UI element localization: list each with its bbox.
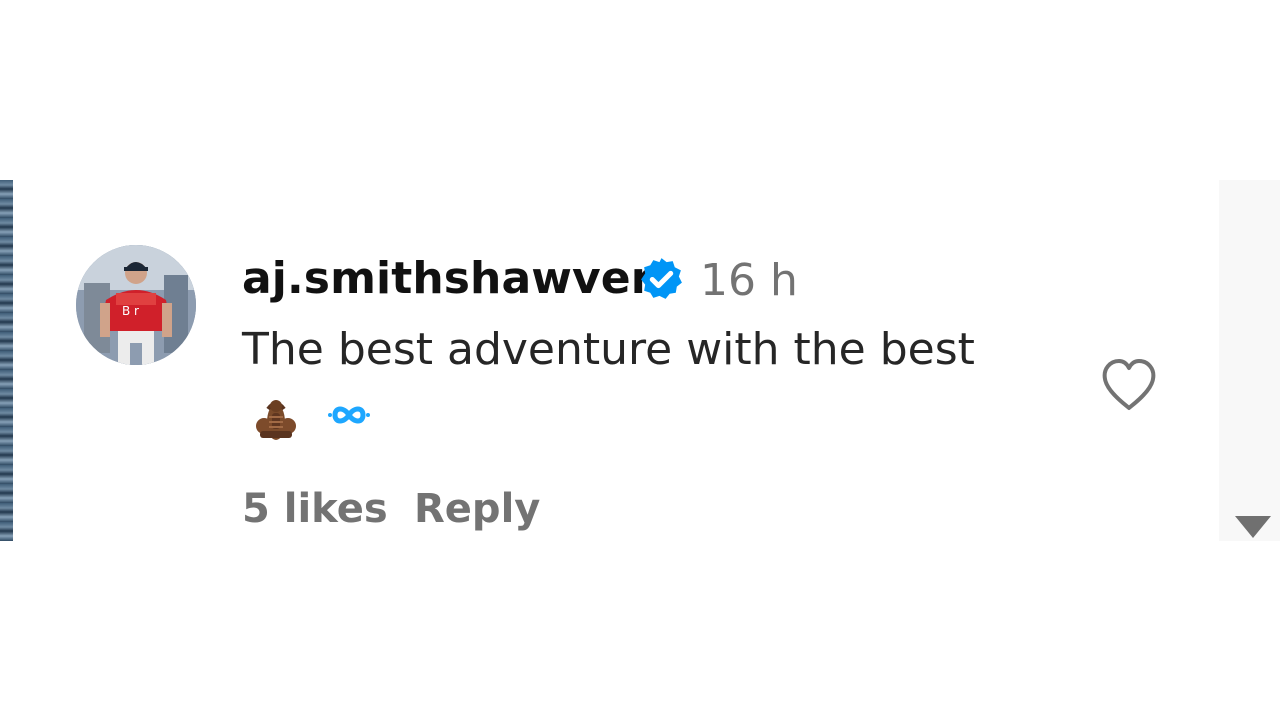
scrollbar-track[interactable] — [1219, 180, 1280, 541]
reply-button[interactable]: Reply — [414, 486, 540, 532]
avatar-image-icon: B r — [76, 245, 196, 365]
likes-count[interactable]: 5 likes — [242, 486, 388, 532]
comment-timestamp[interactable]: 16 h — [700, 255, 798, 306]
scorpio-emoji-icon — [256, 400, 296, 440]
scroll-down-arrow-icon[interactable] — [1235, 516, 1271, 538]
svg-text:B r: B r — [122, 304, 139, 318]
comment-text: The best adventure with the best — [242, 324, 975, 375]
comment-username[interactable]: aj.smithshawver — [242, 253, 653, 309]
verified-badge-icon — [641, 258, 682, 299]
avatar[interactable]: B r — [76, 245, 196, 365]
heart-outline-icon[interactable] — [1097, 354, 1161, 414]
infinity-emoji-icon — [328, 406, 370, 424]
screen: B r aj.smithshawver 16 h The best advent… — [0, 0, 1280, 720]
comment-panel: B r aj.smithshawver 16 h The best advent… — [0, 180, 1280, 541]
background-image-edge — [0, 180, 13, 541]
